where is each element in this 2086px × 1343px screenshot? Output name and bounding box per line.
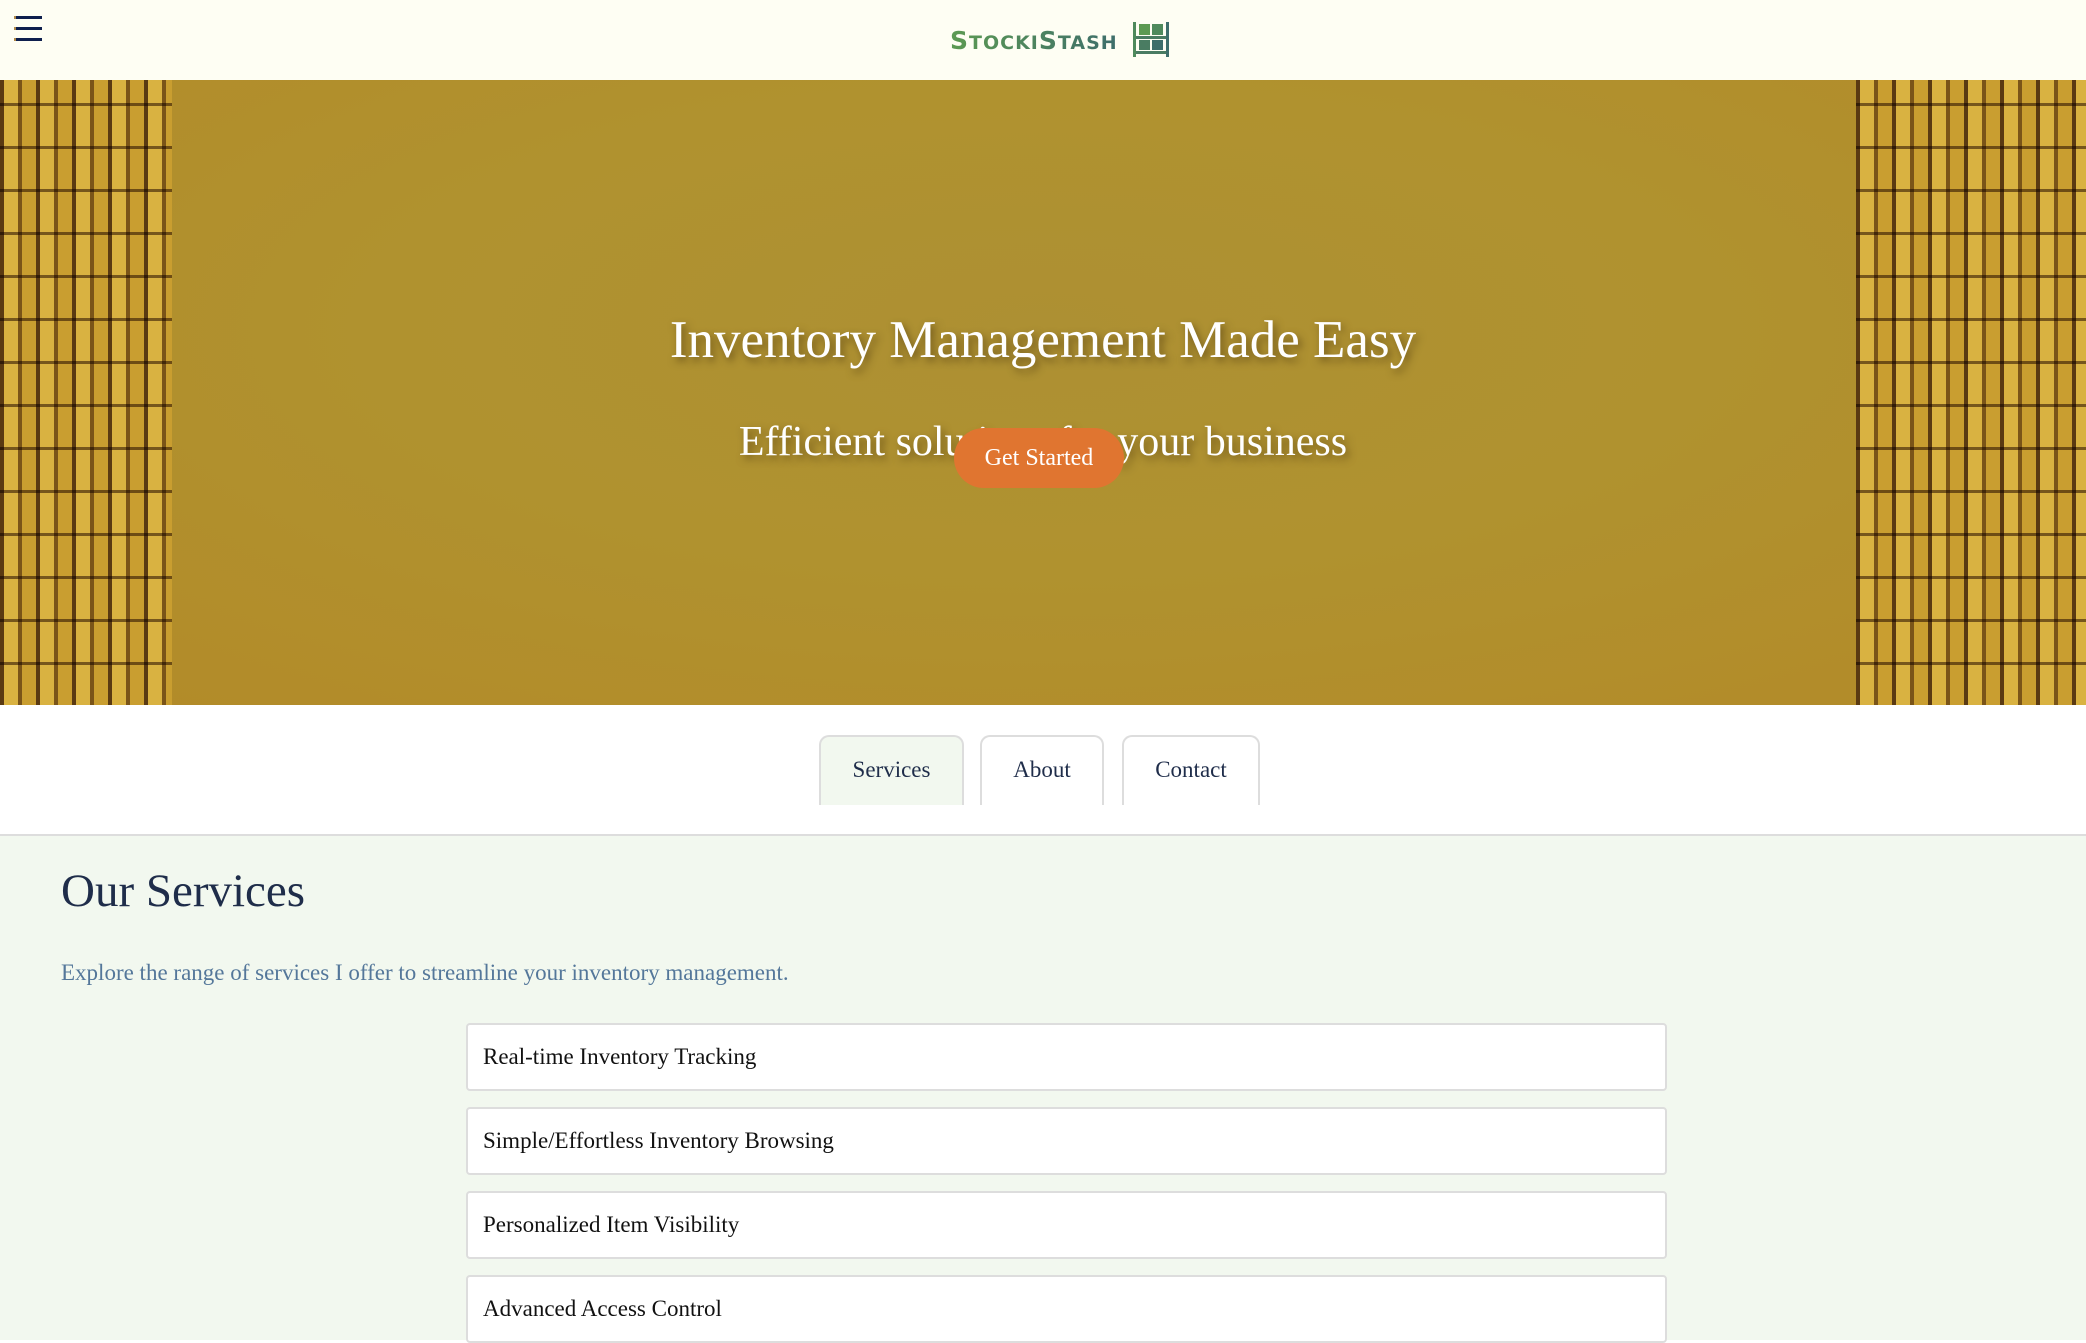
tab-about[interactable]: About <box>980 735 1104 805</box>
service-item[interactable]: Advanced Access Control <box>466 1275 1667 1343</box>
building-image-right <box>1856 80 2086 705</box>
section-tabs: Services About Contact <box>0 705 2086 836</box>
tab-contact[interactable]: Contact <box>1122 735 1260 805</box>
service-item[interactable]: Real-time Inventory Tracking <box>466 1023 1667 1091</box>
service-item[interactable]: Simple/Effortless Inventory Browsing <box>466 1107 1667 1175</box>
logo-text: STOCKISTASH <box>950 25 1118 55</box>
service-item[interactable]: Personalized Item Visibility <box>466 1191 1667 1259</box>
services-section: Our Services Explore the range of servic… <box>0 836 2086 1343</box>
hero-banner: Inventory Management Made Easy Efficient… <box>0 80 2086 705</box>
section-title: Our Services <box>61 865 306 917</box>
building-image-left <box>0 80 172 705</box>
get-started-button[interactable]: Get Started <box>954 428 1124 488</box>
hero-title: Inventory Management Made Easy <box>669 311 1417 369</box>
shelf-boxes-icon <box>1132 22 1169 57</box>
hamburger-menu-icon[interactable] <box>14 16 42 42</box>
tab-services[interactable]: Services <box>819 735 964 805</box>
site-header: STOCKISTASH <box>0 0 2086 80</box>
logo[interactable]: STOCKISTASH <box>950 10 1170 70</box>
section-description: Explore the range of services I offer to… <box>61 960 789 985</box>
